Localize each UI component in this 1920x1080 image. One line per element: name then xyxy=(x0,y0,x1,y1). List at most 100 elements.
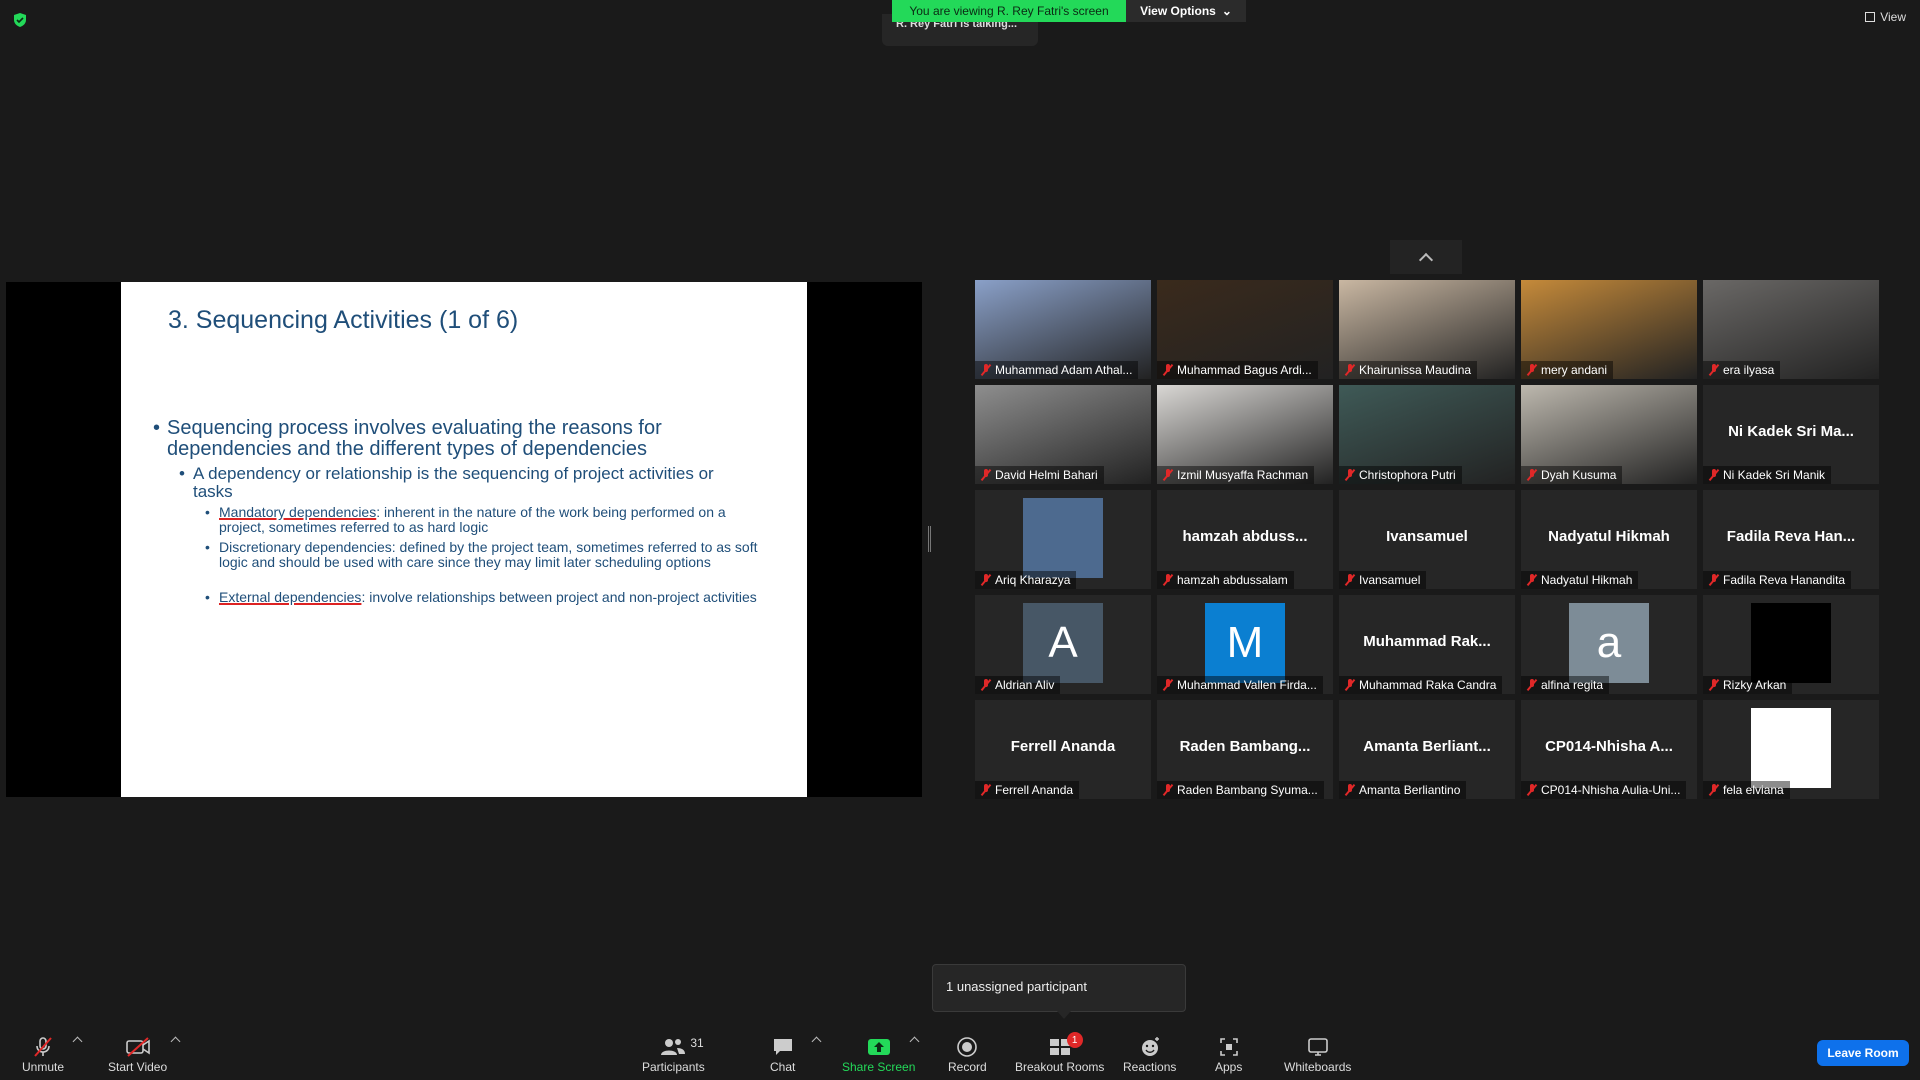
participant-name-label: Rizky Arkan xyxy=(1703,676,1793,694)
participant-tile[interactable]: M Muhammad Vallen Firda... xyxy=(1157,595,1333,694)
participant-tile[interactable]: Izmil Musyaffa Rachman xyxy=(1157,385,1333,484)
participant-name: Khairunissa Maudina xyxy=(1359,363,1472,377)
participant-name-label: Muhammad Vallen Firda... xyxy=(1157,676,1323,694)
participant-display-name: Ni Kadek Sri Ma... xyxy=(1728,423,1854,440)
video-options-caret[interactable] xyxy=(170,1036,181,1047)
chat-icon xyxy=(773,1039,792,1055)
record-button[interactable]: Record xyxy=(948,1034,987,1074)
record-icon xyxy=(957,1037,978,1057)
start-video-button[interactable]: Start Video xyxy=(108,1034,167,1074)
participant-name-label: Fadila Reva Hanandita xyxy=(1703,571,1852,589)
mic-muted-icon xyxy=(1345,679,1355,691)
participant-tile[interactable]: fela elviana xyxy=(1703,700,1879,799)
breakout-badge: 1 xyxy=(1066,1032,1083,1048)
leave-room-button[interactable]: Leave Room xyxy=(1817,1040,1909,1066)
unmute-label: Unmute xyxy=(22,1060,65,1074)
mic-muted-icon xyxy=(1709,469,1719,481)
view-button[interactable]: View xyxy=(1865,10,1906,24)
split-resize-handle[interactable] xyxy=(928,526,931,552)
participant-tile[interactable]: a alfina regita xyxy=(1521,595,1697,694)
participant-tile[interactable]: Nadyatul Hikmah Nadyatul Hikmah xyxy=(1521,490,1697,589)
participant-tile[interactable]: Khairunissa Maudina xyxy=(1339,280,1515,379)
participant-tile[interactable]: Dyah Kusuma xyxy=(1521,385,1697,484)
reactions-button[interactable]: Reactions xyxy=(1123,1034,1176,1074)
participant-display-name: Nadyatul Hikmah xyxy=(1548,528,1670,545)
leave-room-label: Leave Room xyxy=(1827,1046,1899,1060)
slide-sub-bullet-1: • Mandatory dependencies: inherent in the… xyxy=(205,504,726,535)
mic-muted-icon xyxy=(981,574,991,586)
participant-tile[interactable]: Ivansamuel Ivansamuel xyxy=(1339,490,1515,589)
participant-name: alfina regita xyxy=(1541,678,1604,692)
participant-tile[interactable]: Ni Kadek Sri Ma... Ni Kadek Sri Manik xyxy=(1703,385,1879,484)
external-term: External dependencies xyxy=(219,589,362,605)
participant-tile[interactable]: Christophora Putri xyxy=(1339,385,1515,484)
chat-button[interactable]: Chat xyxy=(770,1034,795,1074)
participant-tile[interactable]: Muhammad Rak... Muhammad Raka Candra xyxy=(1339,595,1515,694)
mic-muted-icon xyxy=(1709,784,1719,796)
security-shield-icon[interactable] xyxy=(12,12,28,28)
participant-name: Aldrian Aliv xyxy=(995,678,1055,692)
participant-name-label: Ni Kadek Sri Manik xyxy=(1703,466,1832,484)
participant-tile[interactable]: Fadila Reva Han... Fadila Reva Hanandita xyxy=(1703,490,1879,589)
mic-muted-icon xyxy=(1527,784,1537,796)
view-options-button[interactable]: View Options ⌄ xyxy=(1126,0,1246,22)
share-screen-icon xyxy=(867,1039,890,1055)
breakout-rooms-button[interactable]: 1 Breakout Rooms xyxy=(1015,1032,1104,1074)
whiteboards-label: Whiteboards xyxy=(1284,1060,1352,1074)
whiteboards-button[interactable]: Whiteboards xyxy=(1284,1034,1351,1074)
start-video-label: Start Video xyxy=(108,1060,168,1074)
participant-tile[interactable]: mery andani xyxy=(1521,280,1697,379)
participant-name-label: Khairunissa Maudina xyxy=(1339,361,1478,379)
unmute-button[interactable]: Unmute xyxy=(22,1034,64,1074)
apps-button[interactable]: Apps xyxy=(1215,1034,1242,1074)
participant-tile[interactable]: hamzah abduss... hamzah abdussalam xyxy=(1157,490,1333,589)
participant-tile[interactable]: era ilyasa xyxy=(1703,280,1879,379)
participant-name-label: Muhammad Bagus Ardi... xyxy=(1157,361,1318,379)
participant-avatar: M xyxy=(1205,603,1285,683)
participant-name-label: Muhammad Adam Athal... xyxy=(975,361,1139,379)
participants-button[interactable]: 31 Participants xyxy=(642,1034,705,1074)
toast-text: 1 unassigned participant xyxy=(946,979,1087,994)
participant-tile[interactable]: A Aldrian Aliv xyxy=(975,595,1151,694)
participant-tile[interactable]: Ferrell Ananda Ferrell Ananda xyxy=(975,700,1151,799)
participant-tile[interactable]: Raden Bambang... Raden Bambang Syuma... xyxy=(1157,700,1333,799)
participant-tile[interactable]: Rizky Arkan xyxy=(1703,595,1879,694)
mic-muted-icon xyxy=(1163,574,1173,586)
chat-options-caret[interactable] xyxy=(811,1036,822,1047)
presentation-slide: 3. Sequencing Activities (1 of 6) • Seque… xyxy=(121,282,807,797)
participant-name-label: Aldrian Aliv xyxy=(975,676,1061,694)
unassigned-participant-toast[interactable]: 1 unassigned participant xyxy=(932,964,1186,1019)
audio-options-caret[interactable] xyxy=(72,1036,83,1047)
participant-name: CP014-Nhisha Aulia-Uni... xyxy=(1541,783,1681,797)
participant-profile-picture xyxy=(1023,498,1103,578)
mic-muted-icon xyxy=(1527,364,1537,376)
participant-name-label: Amanta Berliantino xyxy=(1339,781,1467,799)
participant-tile[interactable]: David Helmi Bahari xyxy=(975,385,1151,484)
mic-muted-icon xyxy=(1163,784,1173,796)
participant-name: David Helmi Bahari xyxy=(995,468,1098,482)
participant-display-name: Fadila Reva Han... xyxy=(1726,528,1856,545)
participants-label: Participants xyxy=(642,1060,705,1074)
video-off-icon xyxy=(125,1037,150,1057)
mic-muted-icon xyxy=(1709,364,1719,376)
participants-icon xyxy=(661,1039,686,1055)
participant-tile[interactable]: Muhammad Adam Athal... xyxy=(975,280,1151,379)
participant-name-label: Izmil Musyaffa Rachman xyxy=(1157,466,1315,484)
participant-name-label: Christophora Putri xyxy=(1339,466,1462,484)
mic-muted-icon xyxy=(1163,679,1173,691)
view-label: View xyxy=(1880,10,1906,24)
participant-tile[interactable]: CP014-Nhisha A... CP014-Nhisha Aulia-Uni.… xyxy=(1521,700,1697,799)
chat-label: Chat xyxy=(770,1060,796,1074)
participant-name-label: alfina regita xyxy=(1521,676,1610,694)
participant-name: Ariq Kharazya xyxy=(995,573,1071,587)
participant-tile[interactable]: Muhammad Bagus Ardi... xyxy=(1157,280,1333,379)
mic-muted-icon xyxy=(1345,784,1355,796)
shared-screen[interactable]: 3. Sequencing Activities (1 of 6) • Seque… xyxy=(6,282,922,797)
participant-tile[interactable]: Amanta Berliant... Amanta Berliantino xyxy=(1339,700,1515,799)
participant-display-name: Amanta Berliant... xyxy=(1363,738,1491,755)
participant-name-label: fela elviana xyxy=(1703,781,1790,799)
participant-display-name: hamzah abduss... xyxy=(1182,528,1308,545)
gallery-collapse-button[interactable] xyxy=(1390,240,1462,274)
share-screen-button[interactable]: Share Screen xyxy=(842,1034,915,1074)
participant-tile[interactable]: Ariq Kharazya xyxy=(975,490,1151,589)
